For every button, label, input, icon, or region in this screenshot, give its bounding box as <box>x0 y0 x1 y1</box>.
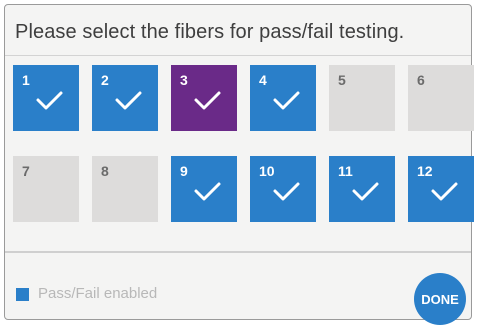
checkmark-icon <box>273 91 300 110</box>
fiber-tile-1[interactable]: 1 <box>13 65 79 131</box>
fiber-tile-9[interactable]: 9 <box>171 156 237 222</box>
divider <box>5 55 471 56</box>
done-button[interactable]: DONE <box>414 273 466 325</box>
fiber-tile-10[interactable]: 10 <box>250 156 316 222</box>
fiber-tile-6[interactable]: 6 <box>408 65 474 131</box>
fiber-tile-12[interactable]: 12 <box>408 156 474 222</box>
fiber-number: 6 <box>417 72 425 88</box>
fiber-tile-2[interactable]: 2 <box>92 65 158 131</box>
fiber-tile-4[interactable]: 4 <box>250 65 316 131</box>
checkmark-icon <box>194 182 221 201</box>
checkmark-icon <box>194 91 221 110</box>
divider <box>5 251 471 253</box>
checkmark-icon <box>115 91 142 110</box>
fiber-selection-panel: Please select the fibers for pass/fail t… <box>4 4 474 325</box>
legend-label: Pass/Fail enabled <box>38 285 158 302</box>
fiber-tile-7[interactable]: 7 <box>13 156 79 222</box>
checkmark-icon <box>352 182 379 201</box>
fiber-number: 8 <box>101 163 109 179</box>
checkmark-icon <box>431 182 458 201</box>
fiber-number: 7 <box>22 163 30 179</box>
fiber-tile-3[interactable]: 3 <box>171 65 237 131</box>
checkmark-icon <box>36 91 63 110</box>
fiber-tile-11[interactable]: 11 <box>329 156 395 222</box>
fiber-tile-5[interactable]: 5 <box>329 65 395 131</box>
fiber-number: 5 <box>338 72 346 88</box>
legend-swatch <box>16 288 29 301</box>
page-title: Please select the fibers for pass/fail t… <box>15 21 405 43</box>
checkmark-icon <box>273 182 300 201</box>
fiber-tile-8[interactable]: 8 <box>92 156 158 222</box>
